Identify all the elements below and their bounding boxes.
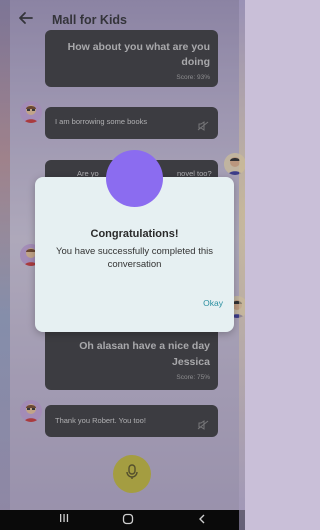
system-nav-bar [0,510,245,530]
back-nav-icon[interactable] [192,513,212,527]
okay-button[interactable]: Okay [203,298,223,308]
home-icon[interactable] [118,513,138,527]
dialog-badge [106,150,163,207]
dialog-message: You have successfully completed this con… [55,246,213,270]
app-screen: Mall for Kids How about you what are you… [0,0,245,530]
dialog-title: Congratulations! [90,228,179,240]
recent-apps-icon[interactable] [54,513,74,527]
